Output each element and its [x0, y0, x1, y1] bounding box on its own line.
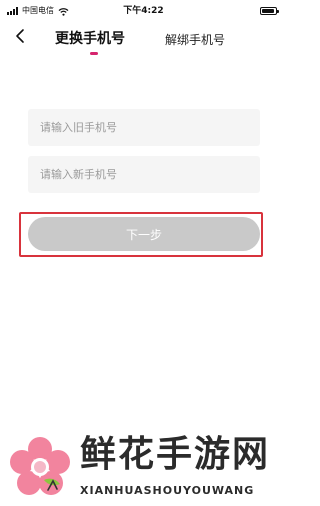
watermark: 鲜花手游网 XIANHUASHOUYOUWANG: [0, 426, 287, 506]
next-step-button[interactable]: 下一步: [28, 217, 260, 251]
flower-logo-icon: [10, 437, 70, 495]
status-time: 下午4:22: [123, 6, 164, 16]
new-phone-input[interactable]: [28, 156, 260, 193]
watermark-name: 鲜花手游网: [80, 434, 271, 475]
active-tab-indicator: [90, 52, 98, 55]
chevron-left-icon[interactable]: [14, 28, 28, 44]
tab-change-phone[interactable]: 更换手机号: [55, 31, 125, 47]
status-bar: 中国电信 下午4:22: [0, 0, 287, 24]
tab-unbind-phone[interactable]: 解绑手机号: [165, 32, 225, 48]
battery-icon: [260, 7, 279, 15]
watermark-subtitle: XIANHUASHOUYOUWANG: [80, 484, 255, 497]
old-phone-input[interactable]: [28, 109, 260, 146]
battery-level: [262, 9, 275, 13]
